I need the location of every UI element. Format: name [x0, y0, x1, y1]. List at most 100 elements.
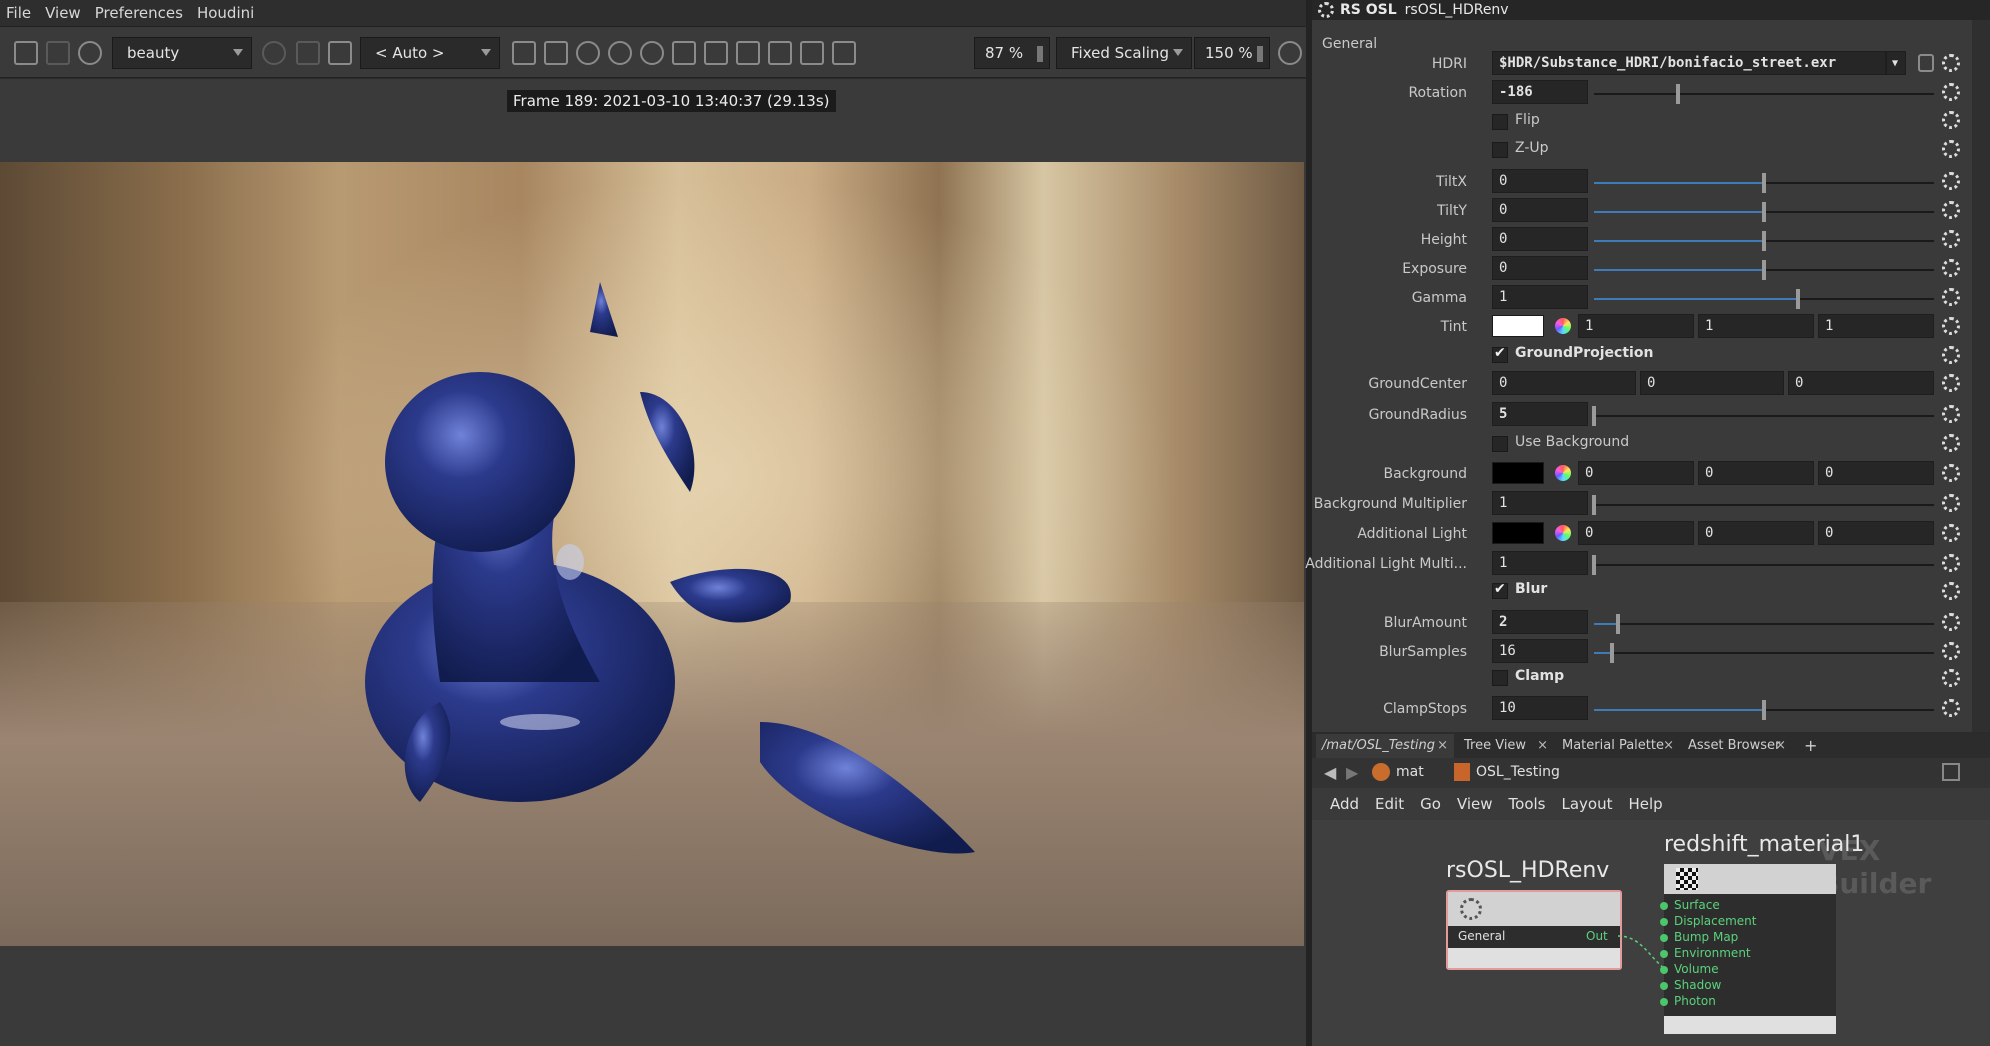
- groundcenter-z-field[interactable]: 0: [1788, 371, 1934, 395]
- snapshot-icon[interactable]: [768, 41, 792, 65]
- tab-tree-view[interactable]: Tree View ×: [1458, 734, 1554, 758]
- port-surface[interactable]: Surface: [1674, 898, 1720, 912]
- gear-icon[interactable]: [1942, 288, 1960, 306]
- background-g-field[interactable]: 0: [1698, 461, 1814, 485]
- gear-icon[interactable]: [1278, 41, 1302, 65]
- sphere-icon[interactable]: [608, 41, 632, 65]
- tiltx-slider-handle[interactable]: [1762, 173, 1766, 193]
- add-tab-plus-icon[interactable]: +: [1798, 734, 1818, 758]
- zoom-field[interactable]: 87 %: [974, 37, 1050, 69]
- scaling-field[interactable]: 150 %: [1194, 37, 1270, 69]
- tab-asset-browser[interactable]: Asset Browser ×: [1682, 734, 1792, 758]
- gear-icon[interactable]: [1942, 642, 1960, 660]
- clampstops-slider-handle[interactable]: [1762, 700, 1766, 720]
- clapper-icon[interactable]: [14, 41, 38, 65]
- gear-icon[interactable]: [1942, 613, 1960, 631]
- forward-arrow-icon[interactable]: ▶: [1346, 763, 1358, 782]
- menu-preferences[interactable]: Preferences: [95, 4, 183, 22]
- gear-icon[interactable]: [1942, 346, 1960, 364]
- rotation-field[interactable]: -186: [1492, 80, 1588, 104]
- clamp-checkbox[interactable]: [1492, 670, 1508, 686]
- groundcenter-y-field[interactable]: 0: [1640, 371, 1784, 395]
- port-volume[interactable]: Volume: [1674, 962, 1719, 976]
- groundradius-slider-handle[interactable]: [1592, 406, 1596, 426]
- blursamples-slider-handle[interactable]: [1610, 643, 1614, 663]
- port-displacement-dot[interactable]: [1660, 918, 1668, 926]
- gear-icon[interactable]: [1942, 434, 1960, 452]
- snowflake-icon[interactable]: [576, 41, 600, 65]
- bluramount-slider-handle[interactable]: [1616, 614, 1620, 634]
- close-icon[interactable]: ×: [1663, 734, 1674, 758]
- groundradius-field[interactable]: 5: [1492, 402, 1588, 426]
- gear-icon[interactable]: [1942, 405, 1960, 423]
- net-menu-edit[interactable]: Edit: [1375, 795, 1404, 813]
- buckets-grid-icon[interactable]: [544, 41, 568, 65]
- tab-material-palette[interactable]: Material Palette ×: [1556, 734, 1680, 758]
- add-snapshot-icon[interactable]: [800, 41, 824, 65]
- tilty-slider-handle[interactable]: [1762, 202, 1766, 222]
- pick-icon[interactable]: [672, 41, 696, 65]
- use-background-checkbox[interactable]: [1492, 436, 1508, 452]
- gear-icon[interactable]: [1942, 140, 1960, 158]
- gear-icon[interactable]: [1942, 699, 1960, 717]
- tab-mat-osl-testing[interactable]: /mat/OSL_Testing ×: [1316, 734, 1454, 758]
- height-field[interactable]: 0: [1492, 227, 1588, 251]
- color-wheel-icon[interactable]: [1555, 465, 1571, 481]
- groundcenter-x-field[interactable]: 0: [1492, 371, 1636, 395]
- gear-icon[interactable]: [1942, 317, 1960, 335]
- zup-checkbox[interactable]: [1492, 142, 1508, 158]
- addlightmult-field[interactable]: 1: [1492, 551, 1588, 575]
- compare-icon[interactable]: [736, 41, 760, 65]
- bluramount-slider[interactable]: [1594, 623, 1934, 625]
- tint-b-field[interactable]: 1: [1818, 314, 1934, 338]
- exposure-slider-handle[interactable]: [1762, 260, 1766, 280]
- tint-swatch[interactable]: [1492, 315, 1544, 337]
- background-swatch[interactable]: [1492, 462, 1544, 484]
- pin-icon[interactable]: [1942, 763, 1960, 781]
- node-name-field[interactable]: rsOSL_HDRenv: [1405, 2, 1509, 18]
- node-rsosl-hdrenv[interactable]: General Out: [1446, 890, 1622, 970]
- fit-icon[interactable]: [704, 41, 728, 65]
- gear-icon[interactable]: [1942, 554, 1960, 572]
- tint-g-field[interactable]: 1: [1698, 314, 1814, 338]
- rotation-slider[interactable]: [1594, 93, 1934, 95]
- gear-icon[interactable]: [1942, 582, 1960, 600]
- port-bumpmap[interactable]: Bump Map: [1674, 930, 1738, 944]
- addlightmult-slider-handle[interactable]: [1592, 555, 1596, 575]
- port-photon[interactable]: Photon: [1674, 994, 1716, 1008]
- addlight-g-field[interactable]: 0: [1698, 521, 1814, 545]
- tint-r-field[interactable]: 1: [1578, 314, 1694, 338]
- color-wheel-icon[interactable]: [1555, 318, 1571, 334]
- net-menu-add[interactable]: Add: [1330, 795, 1359, 813]
- bgmult-field[interactable]: 1: [1492, 491, 1588, 515]
- gear-icon[interactable]: [1942, 111, 1960, 129]
- addlight-b-field[interactable]: 0: [1818, 521, 1934, 545]
- blursamples-slider[interactable]: [1594, 652, 1934, 654]
- network-canvas[interactable]: VEX Builder rsOSL_HDRenv General Out red…: [1312, 820, 1990, 1046]
- tiltx-field[interactable]: 0: [1492, 169, 1588, 193]
- gear-icon[interactable]: [1942, 494, 1960, 512]
- bgmult-slider-handle[interactable]: [1592, 495, 1596, 515]
- menu-houdini[interactable]: Houdini: [197, 4, 254, 22]
- height-slider-handle[interactable]: [1762, 231, 1766, 251]
- gear-icon[interactable]: [1942, 464, 1960, 482]
- addlightmult-slider[interactable]: [1594, 564, 1934, 566]
- close-icon[interactable]: ×: [1437, 734, 1448, 758]
- gear-icon[interactable]: [1942, 201, 1960, 219]
- gear-icon[interactable]: [1942, 669, 1960, 687]
- rgb-channel-icon[interactable]: [262, 41, 286, 65]
- background-b-field[interactable]: 0: [1818, 461, 1934, 485]
- groundprojection-checkbox[interactable]: [1492, 345, 1508, 363]
- port-bumpmap-dot[interactable]: [1660, 934, 1668, 942]
- render-image[interactable]: [0, 162, 1304, 946]
- rotation-slider-handle[interactable]: [1676, 84, 1680, 104]
- blursamples-field[interactable]: 16: [1492, 639, 1588, 663]
- flip-checkbox[interactable]: [1492, 114, 1508, 130]
- port-environment[interactable]: Environment: [1674, 946, 1751, 960]
- net-menu-tools[interactable]: Tools: [1509, 795, 1546, 813]
- path-osl-testing[interactable]: OSL_Testing: [1476, 764, 1560, 780]
- clampstops-field[interactable]: 10: [1492, 696, 1588, 720]
- net-menu-layout[interactable]: Layout: [1561, 795, 1612, 813]
- color-wheel-icon[interactable]: [1555, 525, 1571, 541]
- gear-icon[interactable]: [1942, 230, 1960, 248]
